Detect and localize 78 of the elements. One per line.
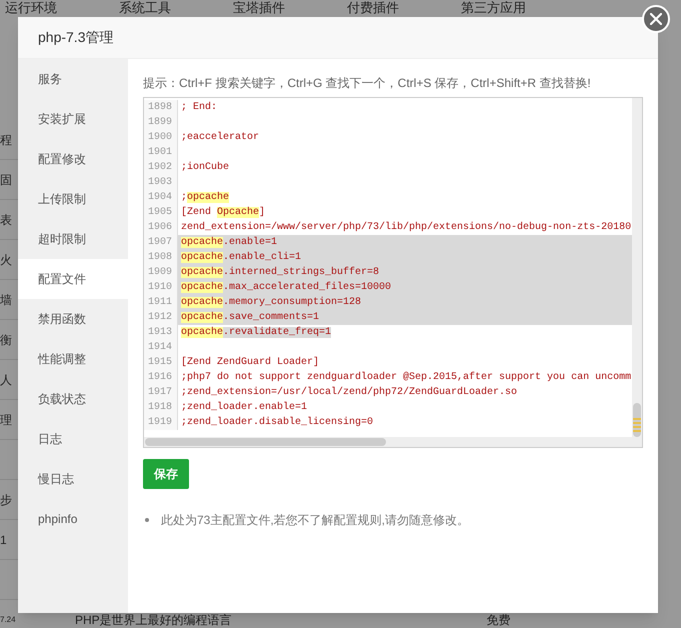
code-line: ;opcache [181, 192, 230, 203]
code-line: ;php7 do not support zendguardloader @Sep.2015,after support you can uncomm [181, 372, 632, 383]
line-number: 1903 [144, 175, 178, 190]
code-line: [Zend Opcache] [181, 207, 266, 218]
line-number: 1901 [144, 145, 178, 160]
line-number: 1915 [144, 355, 178, 370]
line-number: 1902 [144, 160, 178, 175]
close-button[interactable] [642, 5, 670, 33]
code-line: opcache.enable=1 [181, 237, 278, 248]
sidebar-item[interactable]: 超时限制 [18, 219, 128, 259]
nav-tab[interactable]: 宝塔插件 [233, 0, 285, 17]
code-line: [Zend ZendGuard Loader] [181, 357, 320, 368]
code-line: ;eaccelerator [181, 132, 260, 143]
sidebar-item[interactable]: 服务 [18, 59, 128, 99]
code-line: ;zend_loader.disable_licensing=0 [181, 417, 374, 428]
nav-tab[interactable]: 第三方应用 [461, 0, 526, 17]
line-number: 1916 [144, 370, 178, 385]
code-line: opcache.max_accelerated_files=10000 [181, 282, 392, 293]
sidebar-item[interactable]: 慢日志 [18, 459, 128, 499]
note-text: 此处为73主配置文件,若您不了解配置规则,请勿随意修改。 [161, 512, 470, 529]
line-number: 1919 [144, 415, 178, 430]
sidebar-item[interactable]: 禁用函数 [18, 299, 128, 339]
table-cell-text: 步 [0, 492, 12, 508]
nav-tab[interactable]: 运行环境 [5, 0, 57, 17]
bullet-icon [145, 518, 149, 522]
line-number: 1912 [144, 310, 178, 325]
line-number: 1905 [144, 205, 178, 220]
code-line: opcache.save_comments=1 [181, 312, 320, 323]
code-editor[interactable] [143, 97, 643, 448]
table-cell: 7.24 [0, 614, 16, 626]
nav-tab[interactable]: 付费插件 [347, 0, 399, 17]
close-icon [650, 13, 662, 25]
line-number: 1908 [144, 250, 178, 265]
sidebar-item[interactable]: 安装扩展 [18, 99, 128, 139]
line-number: 1900 [144, 130, 178, 145]
table-cell: PHP是世界上最好的编程语言 [75, 614, 232, 627]
dialog-title: php-7.3管理 [38, 28, 114, 47]
line-number: 1911 [144, 295, 178, 310]
table-cell: 免费 [486, 614, 511, 627]
sidebar-item[interactable]: phpinfo [18, 499, 128, 539]
sidebar-item[interactable]: 配置文件 [18, 259, 128, 299]
line-number: 1899 [144, 115, 178, 130]
table-cell-text: 1 [0, 532, 7, 548]
line-number: 1918 [144, 400, 178, 415]
line-number: 1904 [144, 190, 178, 205]
nav-tab[interactable]: 系统工具 [119, 0, 171, 17]
sidebar-item[interactable]: 负载状态 [18, 379, 128, 419]
table-cell-text: 表 [0, 212, 12, 228]
table-cell-text: 人 [0, 372, 12, 388]
hint-text: 提示：Ctrl+F 搜索关键字，Ctrl+G 查找下一个，Ctrl+S 保存，Ctrl+Shift+R 查找替换! [143, 75, 592, 92]
table-cell-text: 程 [0, 132, 12, 148]
table-cell-text: 理 [0, 412, 12, 428]
code-line: ; End: [181, 102, 218, 113]
line-number: 1914 [144, 340, 178, 355]
code-line: opcache.enable_cli=1 [181, 252, 302, 263]
table-cell-text: 固 [0, 172, 12, 188]
line-number: 1898 [144, 100, 178, 115]
sidebar-item[interactable]: 性能调整 [18, 339, 128, 379]
line-number: 1906 [144, 220, 178, 235]
horizontal-scrollbar[interactable] [144, 437, 642, 447]
code-line: opcache.interned_strings_buffer=8 [181, 267, 380, 278]
code-line: opcache.memory_consumption=128 [181, 297, 362, 308]
table-cell-text: 火 [0, 252, 12, 268]
table-cell-text: 衡 [0, 332, 12, 348]
vertical-scrollbar[interactable] [632, 98, 642, 439]
sidebar-item[interactable]: 上传限制 [18, 179, 128, 219]
code-line: ;zend_extension=/usr/local/zend/php72/ZendGuardLoader.so [181, 387, 518, 398]
line-number: 1917 [144, 385, 178, 400]
line-number: 1907 [144, 235, 178, 250]
sidebar-item[interactable]: 配置修改 [18, 139, 128, 179]
table-cell-text: 墙 [0, 292, 12, 308]
code-line: ;ionCube [181, 162, 230, 173]
sidebar-item[interactable]: 日志 [18, 419, 128, 459]
line-number: 1913 [144, 325, 178, 340]
line-number: 1909 [144, 265, 178, 280]
line-number: 1910 [144, 280, 178, 295]
code-line: zend_extension=/www/server/php/73/lib/php/extensions/no-debug-non-zts-20180 [181, 222, 632, 233]
code-line: ;zend_loader.enable=1 [181, 402, 308, 413]
